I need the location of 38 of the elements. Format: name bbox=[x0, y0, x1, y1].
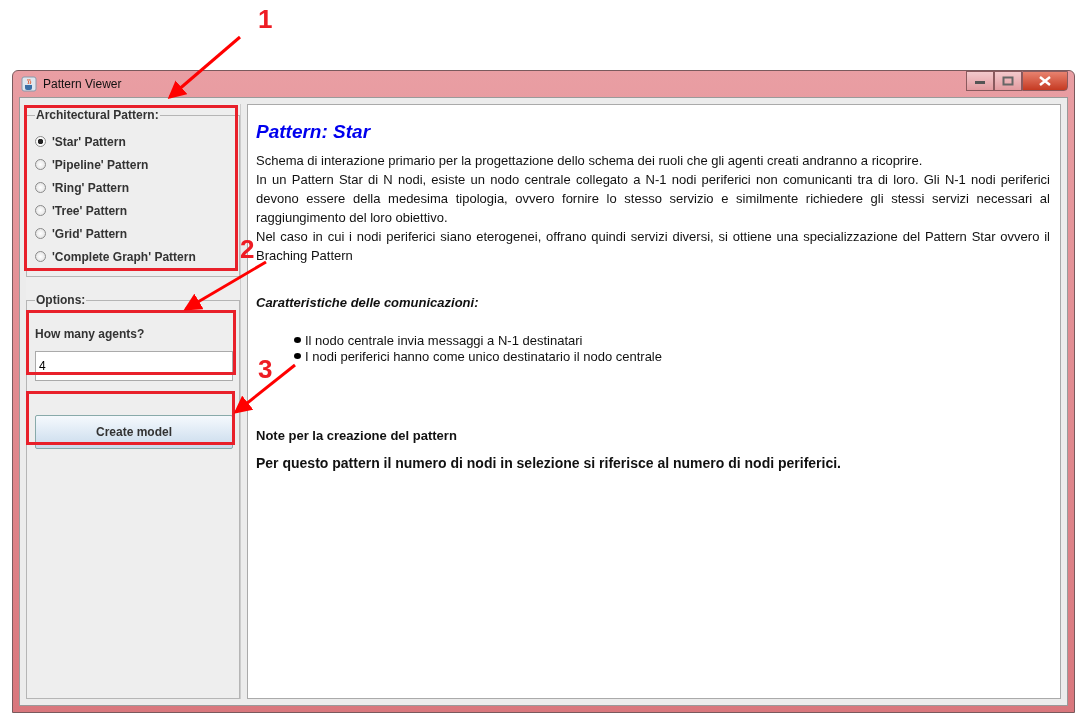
radio-label[interactable]: 'Ring' Pattern bbox=[52, 180, 130, 195]
annotation-number: 1 bbox=[258, 6, 273, 32]
radio-button[interactable] bbox=[35, 159, 46, 170]
radio-button[interactable] bbox=[35, 228, 46, 239]
annotation-number: 2 bbox=[240, 236, 255, 262]
radio-button[interactable] bbox=[35, 182, 46, 193]
group-title: Architectural Pattern: bbox=[35, 108, 160, 122]
field-label: How many agents? bbox=[35, 327, 146, 341]
close-button[interactable] bbox=[1022, 71, 1068, 91]
paragraph: Schema di interazione primario per la progettazione dello schema dei ruoli che gli agenti creati andranno a ricoprire. bbox=[256, 152, 924, 170]
radio-label[interactable]: 'Grid' Pattern bbox=[52, 226, 128, 241]
maximize-icon bbox=[1001, 76, 1015, 86]
radio-button[interactable] bbox=[35, 205, 46, 216]
bullet-icon bbox=[294, 337, 301, 343]
bullet-icon bbox=[294, 353, 301, 359]
coffee-cup-icon bbox=[21, 76, 37, 92]
create-model-button[interactable]: Create model bbox=[35, 415, 233, 449]
radio-label[interactable]: 'Complete Graph' Pattern bbox=[52, 249, 196, 264]
paragraph: In un Pattern Star di N nodi, esiste un nodo centrale collegato a N-1 nodi periferici non comunicanti tra di loro. Gli N-1 nodi periferici devono essere della medesima tipologia, ovvero fornire lo stesso servizio e similmente richiedere gli stessi servizi necessari al raggiungimento del loro obiettivo. bbox=[256, 171, 1050, 227]
close-icon bbox=[1038, 76, 1052, 86]
note-text: Per questo pattern il numero di nodi in selezione si riferisce al numero di nodi periferici. bbox=[256, 455, 842, 471]
radio-label[interactable]: 'Tree' Pattern bbox=[52, 203, 128, 218]
paragraph: Nel caso in cui i nodi periferici siano eterogenei, offrano quindi servizi diversi, si ottiene una specializzazione del Pattern Star ovvero il Braching Pattern bbox=[256, 228, 1050, 265]
radio-button[interactable] bbox=[35, 251, 46, 262]
window-title: Pattern Viewer bbox=[43, 77, 122, 91]
annotation-number: 3 bbox=[258, 356, 273, 382]
pattern-heading: Pattern: Star bbox=[256, 121, 372, 143]
radio-label[interactable]: 'Star' Pattern bbox=[52, 134, 126, 149]
group-title: Options: bbox=[35, 293, 87, 307]
radio-button[interactable] bbox=[35, 136, 46, 147]
maximize-button[interactable] bbox=[994, 71, 1022, 91]
agents-field[interactable]: 4 bbox=[35, 351, 233, 381]
section-title: Note per la creazione del pattern bbox=[256, 428, 458, 443]
minimize-button[interactable] bbox=[966, 71, 994, 91]
list-item: Il nodo centrale invia messaggi a N-1 destinatari bbox=[305, 332, 583, 348]
radio-label[interactable]: 'Pipeline' Pattern bbox=[52, 157, 149, 172]
section-title: Caratteristiche delle comunicazioni: bbox=[256, 295, 480, 310]
list-item: I nodi periferici hanno come unico destinatario il nodo centrale bbox=[305, 348, 662, 364]
